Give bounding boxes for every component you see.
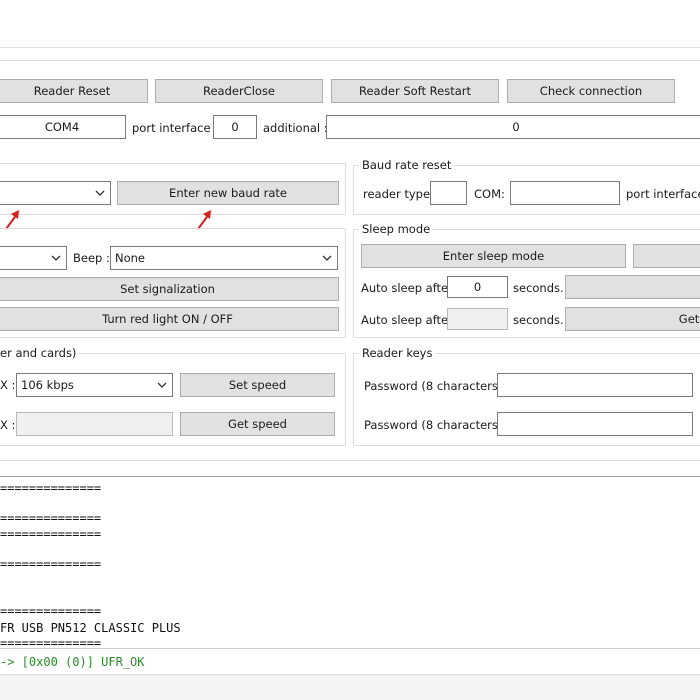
console-output[interactable]: ============== ============== ==========… <box>0 476 700 650</box>
additional-field[interactable]: 0 <box>326 115 700 139</box>
rx-speed-field <box>16 412 173 436</box>
console-line: FR USB PN512 CLASSIC PLUS <box>0 621 181 635</box>
get-auto-sleep-button[interactable]: Get a <box>565 307 700 331</box>
com-port-field[interactable]: COM4 <box>0 115 126 139</box>
baud-reset-com-label: COM: <box>474 187 505 201</box>
reader-soft-restart-button[interactable]: Reader Soft Restart <box>331 79 499 103</box>
status-text: -> [0x00 (0)] UFR_OK <box>0 655 145 669</box>
password-label: Password (8 characters) : <box>364 418 510 432</box>
auto-sleep-label: Auto sleep after <box>361 281 453 295</box>
password-field[interactable] <box>497 412 693 436</box>
reader-type-label: reader type <box>363 187 431 201</box>
set-signalization-button[interactable]: Set signalization <box>0 277 339 301</box>
console-line: ============== <box>0 604 102 618</box>
top-band <box>0 0 700 48</box>
speed-group-title: er and cards) <box>0 346 80 360</box>
seconds-label: seconds. <box>513 313 564 327</box>
leave-sleep-mode-button[interactable] <box>633 244 700 268</box>
beep-label: Beep : <box>73 251 110 265</box>
console-line: ============== <box>0 557 102 571</box>
bottom-strip <box>0 674 700 700</box>
baud-rate-reset-title: Baud rate reset <box>359 158 455 172</box>
beep-select[interactable]: None <box>110 246 338 270</box>
tx-speed-value: 106 kbps <box>21 378 74 392</box>
console-line: ============== <box>0 527 102 541</box>
chevron-down-icon <box>51 255 61 261</box>
password-field[interactable] <box>497 373 693 397</box>
enter-new-baud-rate-button[interactable]: Enter new baud rate <box>117 181 339 205</box>
set-speed-button[interactable]: Set speed <box>180 373 335 397</box>
reader-keys-title: Reader keys <box>359 346 436 360</box>
get-speed-button[interactable]: Get speed <box>180 412 335 436</box>
reader-reset-button[interactable]: Reader Reset <box>0 79 148 103</box>
tx-speed-label: X : <box>0 378 16 392</box>
auto-sleep-seconds-field[interactable]: 0 <box>447 276 508 298</box>
auto-sleep-readout-field <box>447 308 508 330</box>
status-bar: -> [0x00 (0)] UFR_OK <box>0 648 700 674</box>
light-mode-select[interactable] <box>0 246 67 270</box>
password-label: Password (8 characters) : <box>364 379 510 393</box>
rx-speed-label: X : <box>0 418 16 432</box>
seconds-label: seconds. <box>513 281 564 295</box>
console-line: ============== <box>0 511 102 525</box>
console-line: ============== <box>0 481 102 495</box>
auto-sleep-label: Auto sleep after <box>361 313 453 327</box>
baud-rate-select[interactable] <box>0 181 111 205</box>
tx-speed-select[interactable]: 106 kbps <box>16 373 173 397</box>
chevron-down-icon <box>157 382 167 388</box>
reader-close-button[interactable]: ReaderClose <box>155 79 323 103</box>
sleep-mode-title: Sleep mode <box>359 222 434 236</box>
set-auto-sleep-button[interactable]: S <box>565 275 700 299</box>
chevron-down-icon <box>95 190 105 196</box>
port-interface-label: port interface : <box>132 121 219 135</box>
check-connection-button[interactable]: Check connection <box>507 79 675 103</box>
beep-select-value: None <box>115 251 146 265</box>
reader-type-field[interactable] <box>430 181 467 205</box>
enter-sleep-mode-button[interactable]: Enter sleep mode <box>361 244 626 268</box>
baud-reset-port-interface-label: port interface: <box>626 187 700 201</box>
chevron-down-icon <box>322 255 332 261</box>
additional-label: additional : <box>263 121 328 135</box>
baud-reset-com-field[interactable] <box>510 181 620 205</box>
turn-red-light-button[interactable]: Turn red light ON / OFF <box>0 307 339 331</box>
port-interface-field[interactable]: 0 <box>213 115 257 139</box>
